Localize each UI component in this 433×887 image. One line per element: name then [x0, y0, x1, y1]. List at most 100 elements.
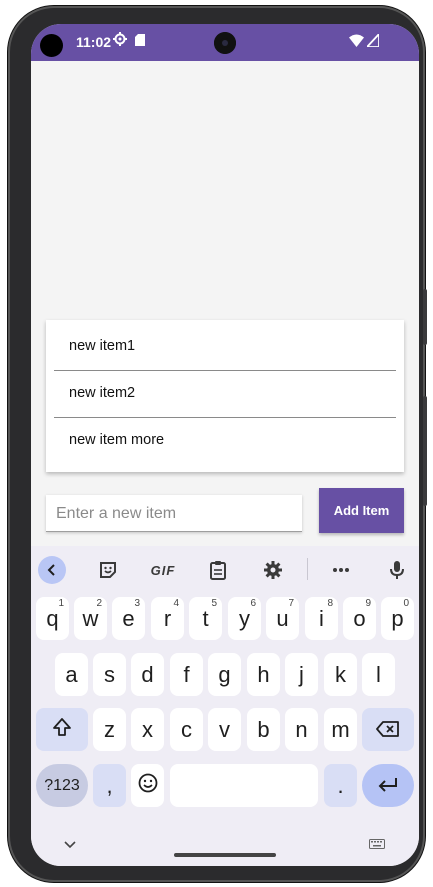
key-label: x — [142, 716, 153, 742]
key-label: f — [183, 661, 190, 687]
shift-icon — [52, 717, 72, 743]
key-k[interactable]: k — [324, 653, 357, 696]
key-m[interactable]: m — [324, 708, 357, 751]
sticker-icon[interactable] — [94, 556, 122, 584]
keyboard-switch-icon[interactable] — [369, 836, 385, 854]
list-item[interactable]: new item2 — [54, 371, 396, 418]
new-item-field[interactable] — [46, 495, 302, 533]
list-item-label: new item more — [69, 432, 165, 448]
list-item-label: new item2 — [69, 385, 136, 401]
backspace-key[interactable] — [362, 708, 414, 751]
key-label: o — [353, 605, 366, 631]
status-bar: 11:02 — [31, 24, 419, 61]
key-l[interactable]: l — [362, 653, 395, 696]
key-label: p — [391, 605, 404, 631]
soft-keyboard: GIF q1 w2 e3 r4 t5 y6 u7 i8 o9 p 0 a s d… — [31, 546, 419, 866]
period-key[interactable]: . — [324, 764, 357, 807]
key-t[interactable]: t5 — [189, 597, 222, 640]
volume-button — [423, 396, 427, 506]
comma-key[interactable]: , — [93, 764, 126, 807]
hide-keyboard-icon[interactable] — [64, 836, 76, 854]
key-hint: 9 — [365, 598, 371, 609]
key-h[interactable]: h — [247, 653, 280, 696]
key-hint: 5 — [211, 598, 217, 609]
key-y[interactable]: y6 — [228, 597, 261, 640]
screen: 11:02 new item1 new item2 new item more … — [31, 24, 419, 866]
key-hint: 8 — [327, 598, 333, 609]
key-label: ?123 — [44, 776, 80, 794]
enter-key[interactable] — [362, 764, 414, 807]
key-label: y — [239, 605, 250, 631]
gif-icon[interactable]: GIF — [146, 556, 180, 584]
key-label: c — [181, 716, 192, 742]
list-item[interactable]: new item more — [54, 418, 396, 464]
key-j[interactable]: j — [285, 653, 318, 696]
key-label: w — [82, 605, 99, 631]
key-v[interactable]: v — [208, 708, 241, 751]
key-d[interactable]: d — [131, 653, 164, 696]
power-button — [423, 289, 427, 345]
new-item-input[interactable] — [54, 495, 298, 533]
key-label: e — [122, 605, 135, 631]
key-e[interactable]: e3 — [112, 597, 145, 640]
backspace-icon — [376, 717, 400, 743]
emoji-key[interactable] — [131, 764, 164, 807]
key-o[interactable]: o9 — [343, 597, 376, 640]
key-label: a — [65, 661, 78, 687]
key-x[interactable]: x — [131, 708, 164, 751]
gif-label: GIF — [150, 562, 176, 578]
clipboard-icon[interactable] — [204, 556, 232, 584]
list-item-label: new item1 — [69, 338, 136, 354]
key-w[interactable]: w2 — [74, 597, 107, 640]
shift-key[interactable] — [36, 708, 88, 751]
toolbar-divider — [307, 558, 308, 580]
key-c[interactable]: c — [170, 708, 203, 751]
settings-icon[interactable] — [259, 556, 287, 584]
key-g[interactable]: g — [208, 653, 241, 696]
key-r[interactable]: r4 — [151, 597, 184, 640]
more-icon[interactable] — [327, 556, 355, 584]
key-label: i — [319, 605, 324, 631]
key-label: t — [202, 605, 209, 631]
key-q[interactable]: q1 — [36, 597, 69, 640]
key-label: d — [141, 661, 154, 687]
microphone-icon[interactable] — [383, 556, 411, 584]
key-f[interactable]: f — [170, 653, 203, 696]
add-item-button[interactable]: Add Item — [319, 488, 404, 533]
status-time: 11:02 — [76, 34, 112, 50]
key-u[interactable]: u7 — [266, 597, 299, 640]
phone-frame: 11:02 new item1 new item2 new item more … — [8, 6, 427, 882]
key-p[interactable]: p0 — [381, 597, 414, 640]
key-label: j — [299, 661, 304, 687]
enter-icon — [377, 773, 399, 799]
key-hint: 0 — [403, 598, 409, 609]
key-hint: 4 — [173, 598, 179, 609]
key-b[interactable]: b — [247, 708, 280, 751]
key-label: l — [376, 661, 381, 687]
key-label: b — [257, 716, 270, 742]
symbols-key[interactable]: ?123 — [36, 764, 88, 807]
key-label: u — [276, 605, 289, 631]
key-hint: 7 — [288, 598, 294, 609]
key-label: m — [331, 716, 350, 742]
key-label: z — [104, 716, 115, 742]
key-a[interactable]: a — [55, 653, 88, 696]
punch-hole-camera — [214, 32, 236, 54]
key-n[interactable]: n — [285, 708, 318, 751]
key-label: , — [106, 772, 113, 798]
key-label: q — [46, 605, 59, 631]
list-item[interactable]: new item1 — [54, 324, 396, 371]
key-label: k — [335, 661, 346, 687]
key-label: . — [337, 772, 344, 798]
key-label: n — [295, 716, 308, 742]
item-list: new item1 new item2 new item more — [46, 320, 404, 472]
home-indicator[interactable] — [174, 853, 276, 857]
key-s[interactable]: s — [93, 653, 126, 696]
key-label: g — [218, 661, 231, 687]
back-chevron-icon[interactable] — [38, 556, 66, 584]
key-z[interactable]: z — [93, 708, 126, 751]
key-i[interactable]: i8 — [305, 597, 338, 640]
space-key[interactable] — [170, 764, 318, 807]
emoji-icon — [138, 773, 158, 799]
key-hint: 3 — [134, 598, 140, 609]
